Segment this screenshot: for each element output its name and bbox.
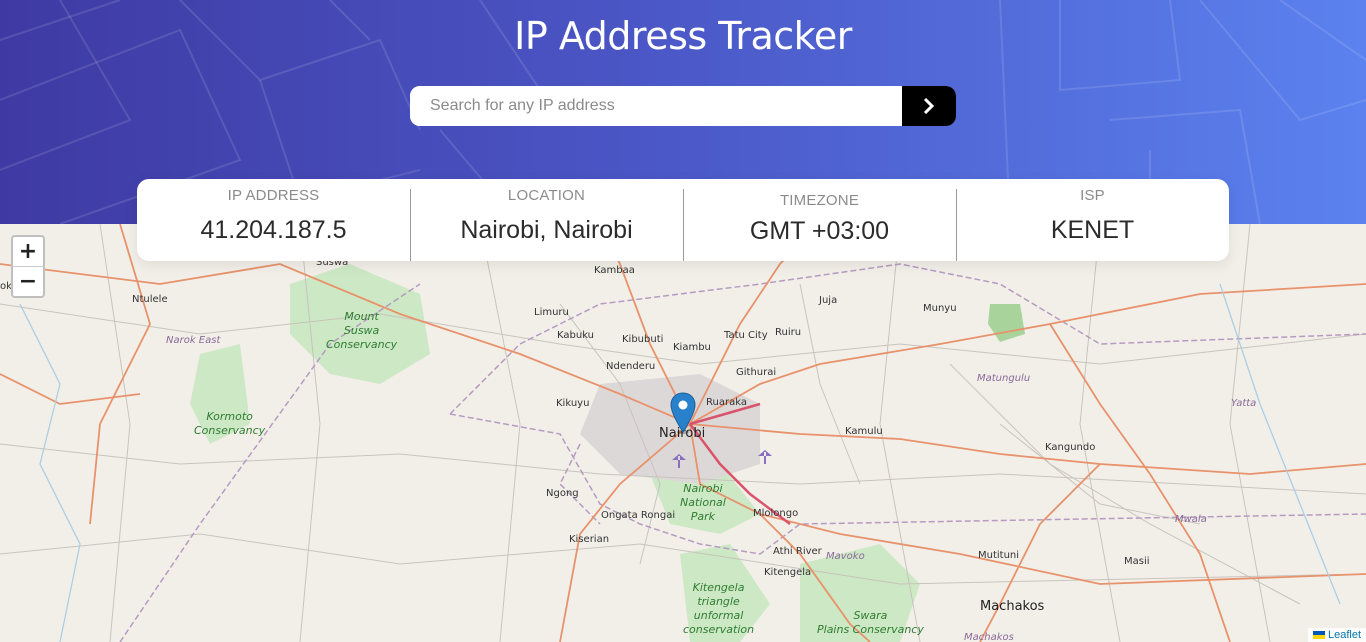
info-location: Location Nairobi, Nairobi (410, 179, 683, 261)
map-label: Ruiru (775, 327, 802, 338)
leaflet-link[interactable]: Leaflet (1328, 629, 1361, 641)
map-label: Munyu (923, 303, 957, 314)
map-label: Kibubuti (622, 334, 664, 345)
map-label-line: Kormoto (206, 410, 253, 423)
map-label: Ongata Rongai (601, 510, 676, 521)
map-label-line: National (680, 496, 726, 509)
page-title: IP Address Tracker (514, 14, 852, 58)
map-label-line: unformal (693, 609, 744, 622)
map-label-line: Park (690, 510, 716, 523)
map-label: Mlolongo (753, 508, 799, 519)
map-label: Kambaa (594, 265, 635, 276)
map-label: Kikuyu (556, 398, 590, 409)
map-label: Ndenderu (606, 361, 656, 372)
info-isp-label: ISP (1080, 187, 1105, 204)
map-label: Nairobi National Park (680, 482, 726, 524)
map-label: Masii (1124, 556, 1150, 567)
map-label: Mwala (1175, 514, 1207, 525)
map-label-line: Conservancy (326, 338, 398, 351)
map-label: Tatu City (724, 330, 768, 341)
map-label: Yatta (1231, 398, 1257, 409)
map-label: Kamulu (845, 426, 883, 437)
map-label: Mavoko (826, 551, 865, 562)
map-label: Juja (819, 295, 838, 306)
search-input[interactable] (410, 86, 902, 126)
map-label: Mutituni (978, 550, 1020, 561)
map-label: Kormoto Conservancy (194, 410, 265, 438)
map-label-line: Suswa (343, 324, 380, 337)
map-label: Ngong (546, 488, 579, 499)
map-label: Kitengela triangle unformal conservation (683, 581, 754, 637)
map-label: Kiambu (673, 342, 711, 353)
map-label: Athi River (773, 546, 822, 557)
zoom-out-button[interactable]: − (13, 266, 43, 296)
map-label-line: Plains Conservancy (817, 623, 924, 636)
chevron-right-icon (923, 98, 935, 114)
map-label: Kiserian (569, 534, 610, 545)
map-label: Ruaraka (706, 397, 747, 408)
info-timezone: Timezone GMT +03:00 (683, 179, 956, 261)
ip-info-panel: IP Address 41.204.187.5 Location Nairobi… (137, 179, 1229, 261)
search-bar (410, 86, 956, 126)
map-label-line: triangle (697, 595, 740, 608)
map-label: Swara Plains Conservancy (817, 609, 924, 637)
map-label-line: Nairobi (683, 482, 723, 495)
zoom-control: + − (11, 235, 45, 298)
info-timezone-value: GMT +03:00 (749, 217, 890, 245)
map-label: Mount Suswa Conservancy (326, 310, 397, 352)
search-button[interactable] (902, 86, 956, 126)
map-label-line: Kitengela (692, 581, 745, 594)
info-timezone-label: Timezone (779, 192, 860, 209)
info-isp: ISP KENET (956, 179, 1229, 261)
map-label-line: Conservancy (194, 424, 266, 437)
map-label-line: conservation (683, 623, 755, 636)
map-label: Githurai (736, 367, 777, 378)
ukraine-flag-icon (1312, 631, 1325, 639)
map-label: Ntulele (132, 294, 168, 305)
info-isp-value: KENET (1050, 216, 1135, 244)
map-label-line: Mount (344, 310, 379, 323)
zoom-in-button[interactable]: + (13, 237, 43, 266)
map-label: Matungulu (977, 373, 1031, 384)
map-label: Limuru (534, 307, 569, 318)
map-attribution: Leaflet (1307, 628, 1366, 642)
location-marker-icon[interactable] (670, 392, 696, 438)
info-location-value: Nairobi, Nairobi (460, 216, 633, 244)
map-label-line: Swara (853, 609, 888, 622)
map-label: Kabuku (557, 330, 595, 341)
info-location-label: Location (507, 187, 586, 204)
map-label: Narok East (166, 335, 221, 346)
info-ip-value: 41.204.187.5 (200, 216, 347, 244)
map-label: Machakos (964, 632, 1014, 642)
map-label: Kangundo (1045, 442, 1096, 453)
map-label: Kitengela (764, 567, 812, 578)
info-ip-label: IP Address (227, 187, 320, 204)
info-ip: IP Address 41.204.187.5 (137, 179, 410, 261)
map-label: Machakos (980, 599, 1045, 614)
